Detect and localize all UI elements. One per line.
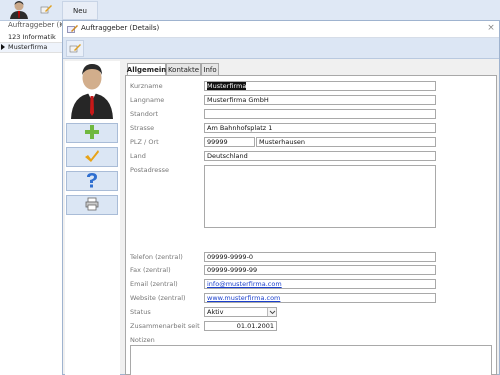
new-button[interactable]: Neu (62, 1, 98, 20)
notizen-field[interactable] (130, 345, 492, 375)
langname-field[interactable]: Musterfirma GmbH (204, 95, 436, 105)
checkmark-icon (84, 149, 100, 165)
list-item[interactable]: 123 Informatik (0, 33, 62, 43)
website-label: Website (zentral) (130, 294, 186, 302)
kurzname-label: Kurzname (130, 82, 163, 90)
help-button[interactable] (66, 171, 118, 191)
email-label: Email (zentral) (130, 280, 178, 288)
langname-label: Langname (130, 96, 165, 104)
edit-icon (40, 4, 52, 17)
postadresse-field[interactable] (204, 165, 436, 228)
dialog-titlebar[interactable]: Auftraggeber (Details) × (63, 21, 499, 38)
add-icon (84, 124, 100, 142)
fax-label: Fax (zentral) (130, 266, 171, 274)
row-selector-icon (1, 44, 5, 50)
app-toolbar: Neu (0, 0, 500, 21)
avatar (69, 61, 115, 119)
tab-label: Kontakte (167, 65, 200, 74)
print-icon (85, 197, 99, 213)
zusammenarbeit-field[interactable]: 01.01.2001 (204, 321, 277, 331)
details-dialog: Auftraggeber (Details) × Allgemein Konta… (62, 20, 500, 375)
plz-ort-label: PLZ / Ort (130, 138, 159, 146)
status-select[interactable]: Aktiv (204, 307, 277, 317)
dialog-toolbar (63, 38, 499, 59)
standort-field[interactable] (204, 109, 436, 119)
edit-button[interactable] (36, 1, 56, 20)
edit-icon (69, 43, 81, 56)
dialog-title: Auftraggeber (Details) (81, 24, 160, 32)
help-icon (85, 172, 99, 190)
plz-field[interactable]: 99999 (204, 137, 255, 147)
list-item-label: Musterfirma (8, 43, 48, 51)
list-header: Auftraggeber (Kur (8, 21, 62, 29)
tab-label: Allgemein (126, 66, 167, 74)
user-avatar-icon (8, 0, 30, 19)
postadresse-label: Postadresse (130, 166, 170, 174)
land-field[interactable]: Deutschland (204, 151, 436, 161)
ort-field[interactable]: Musterhausen (256, 137, 436, 147)
tab-info[interactable]: Info (201, 63, 219, 75)
print-button[interactable] (66, 195, 118, 215)
telefon-field[interactable]: 09999-9999-0 (204, 252, 436, 262)
close-icon[interactable]: × (485, 22, 497, 34)
email-field[interactable]: info@musterfirma.com (204, 279, 436, 289)
edit-button[interactable] (66, 40, 84, 57)
tab-kontakte[interactable]: Kontakte (166, 63, 201, 75)
chevron-down-icon[interactable] (267, 308, 276, 316)
website-field[interactable]: www.musterfirma.com (204, 293, 436, 303)
strasse-field[interactable]: Am Bahnhofsplatz 1 (204, 123, 436, 133)
kurzname-field[interactable]: Musterfirma (204, 81, 436, 91)
new-button-label: Neu (73, 6, 87, 15)
list-item-label: 123 Informatik (8, 33, 56, 41)
status-value: Aktiv (207, 308, 224, 316)
edit-icon (67, 24, 78, 36)
strasse-label: Strasse (130, 124, 155, 132)
list-item-selected[interactable]: Musterfirma (0, 43, 62, 53)
add-button[interactable] (66, 123, 118, 143)
standort-label: Standort (130, 110, 159, 118)
telefon-label: Telefon (zentral) (130, 253, 183, 261)
notizen-label: Notizen (130, 336, 155, 344)
fax-field[interactable]: 09999-9999-99 (204, 265, 436, 275)
kurzname-value: Musterfirma (207, 82, 247, 90)
status-label: Status (130, 308, 151, 316)
land-label: Land (130, 152, 146, 160)
tab-content-allgemein: Kurzname Musterfirma Langname Musterfirm… (125, 75, 497, 375)
tab-label: Info (203, 65, 217, 74)
save-button[interactable] (66, 147, 118, 167)
zusammenarbeit-label: Zusammenarbeit seit (130, 322, 200, 330)
side-panel (65, 61, 120, 375)
